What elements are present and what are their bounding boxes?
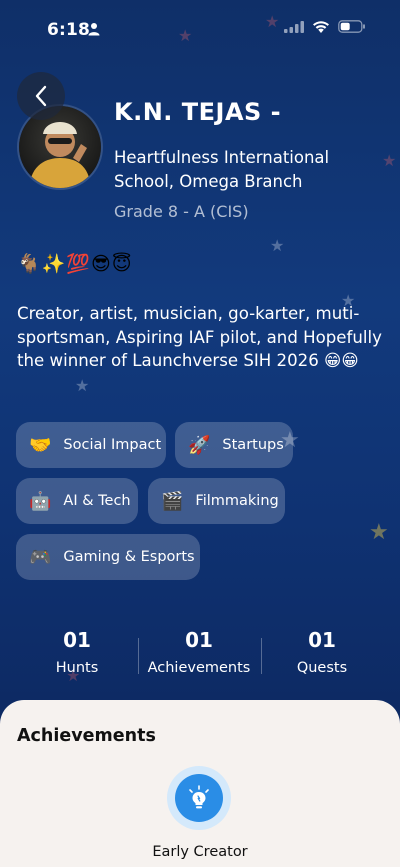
status-time: 6:18	[47, 20, 91, 40]
clapperboard-icon: 🎬	[161, 490, 184, 512]
profile-bio: Creator, artist, musician, go-karter, mu…	[17, 304, 382, 370]
interest-chip-ai-tech[interactable]: 🤖 AI & Tech	[16, 478, 138, 524]
rocket-icon: 🚀	[188, 434, 211, 456]
profile-name: K.N. TEJAS -	[114, 98, 282, 126]
stat-value: 01	[185, 628, 213, 652]
back-button[interactable]	[17, 72, 65, 120]
person-icon	[88, 23, 100, 36]
chevron-left-icon	[35, 85, 47, 107]
interest-chip-label: Startups	[222, 437, 284, 453]
stat-value: 01	[308, 628, 336, 652]
stat-label: Quests	[296, 660, 348, 676]
star-icon: ★	[270, 236, 285, 255]
badge-core	[175, 774, 223, 822]
achievements-sheet: Achievements Early Creator	[0, 700, 400, 867]
stat-achievements[interactable]: 01 Achievements	[139, 622, 259, 676]
interest-chip-filmmaking[interactable]: 🎬 Filmmaking	[148, 478, 285, 524]
interest-chip-social-impact[interactable]: 🤝 Social Impact	[16, 422, 166, 468]
stat-value: 01	[63, 628, 91, 652]
lightbulb-icon	[189, 785, 209, 809]
achievements-title: Achievements	[17, 726, 156, 746]
achievement-label: Early Creator	[152, 844, 248, 860]
profile-screen: ★ ★ ★ ★ ★ ★ ★ ★ ★ 6:18 K.N. TEJAS - Hear…	[0, 0, 400, 867]
interest-chip-label: Filmmaking	[195, 493, 279, 509]
profile-stats: 01 Hunts 01 Achievements 01 Quests	[0, 622, 400, 692]
status-icons	[284, 20, 366, 33]
star-icon: ★	[382, 151, 397, 170]
stat-quests[interactable]: 01 Quests	[262, 622, 382, 676]
wifi-icon	[313, 21, 329, 33]
stat-label: Achievements	[147, 660, 251, 676]
gamepad-icon: 🎮	[29, 546, 52, 568]
interest-chip-startups[interactable]: 🚀 Startups	[175, 422, 293, 468]
emoji-row: 🐐✨💯😎😇	[17, 253, 133, 275]
cellular-signal-icon	[284, 20, 304, 33]
school-name: Heartfulness International School, Omega…	[114, 148, 330, 191]
interest-chip-label: AI & Tech	[63, 493, 131, 509]
stat-hunts[interactable]: 01 Hunts	[17, 622, 137, 676]
star-icon: ★	[75, 376, 90, 395]
status-bar: 6:18	[0, 0, 400, 54]
handshake-icon: 🤝	[29, 434, 52, 456]
interest-chip-label: Gaming & Esports	[63, 549, 195, 565]
battery-icon	[338, 20, 365, 33]
interest-chip-label: Social Impact	[63, 437, 162, 453]
star-icon: ★	[369, 520, 389, 545]
interest-chip-gaming-esports[interactable]: 🎮 Gaming & Esports	[16, 534, 200, 580]
stat-label: Hunts	[55, 660, 99, 676]
robot-icon: 🤖	[29, 490, 52, 512]
achievement-badge-early-creator[interactable]	[167, 766, 231, 830]
grade-label: Grade 8 - A (CIS)	[114, 202, 249, 221]
